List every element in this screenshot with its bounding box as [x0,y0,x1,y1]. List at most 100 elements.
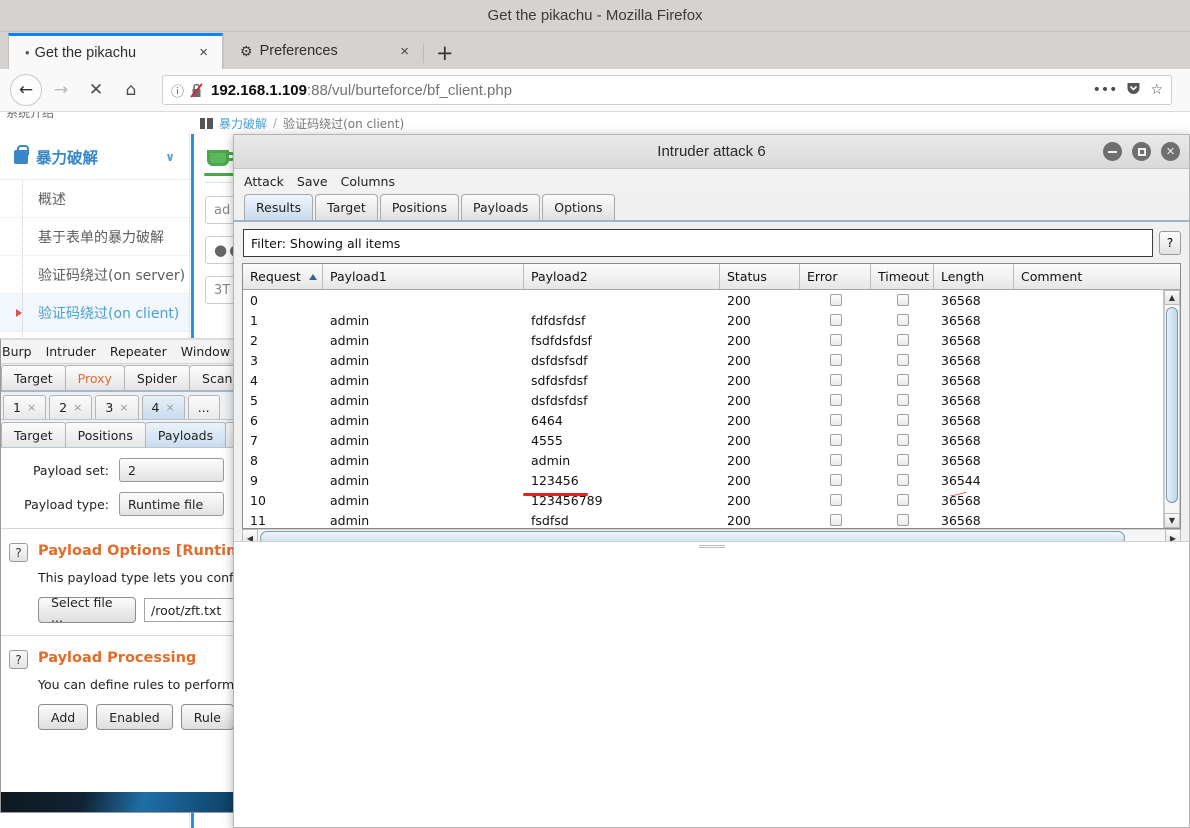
timeout-checkbox[interactable] [896,414,909,426]
error-checkbox[interactable] [829,354,842,366]
burp-tab-proxy[interactable]: Proxy [64,365,125,390]
cell-error[interactable] [800,470,871,490]
timeout-checkbox[interactable] [896,514,909,526]
timeout-checkbox[interactable] [896,434,909,446]
sub-tab-target[interactable]: Target [1,422,66,447]
tab-preferences[interactable]: ⚙ Preferences × [223,33,423,69]
cell-timeout[interactable] [871,390,934,410]
sidebar-header[interactable]: 暴力破解 ∨ [0,134,189,180]
sub-tab-payloads[interactable]: Payloads [144,422,227,447]
vertical-scrollbar[interactable]: ▲ ▼ [1163,290,1180,528]
error-checkbox[interactable] [829,334,842,346]
cell-error[interactable] [800,350,871,370]
help-icon[interactable]: ? [1159,231,1181,255]
burp-tab-spider[interactable]: Spider [123,365,191,390]
sidebar-item-captcha-client[interactable]: 验证码绕过(on client) [0,294,189,332]
timeout-checkbox[interactable] [896,454,909,466]
vertical-scroll-thumb[interactable] [1166,307,1178,503]
select-file-button[interactable]: Select file ... [38,595,136,625]
table-row[interactable]: 2 admin fsdfdsfdsf 200 36568 [243,330,1163,350]
table-row[interactable]: 0 200 36568 [243,290,1163,310]
column-header-payload2[interactable]: Payload2 [524,264,720,289]
cell-timeout[interactable] [871,430,934,450]
vertical-scroll-track[interactable] [1164,305,1180,513]
column-header-request[interactable]: Request [243,264,323,289]
cell-timeout[interactable] [871,330,934,350]
filter-bar[interactable]: Filter: Showing all items [243,229,1153,257]
menu-repeater[interactable]: Repeater [110,344,167,359]
timeout-checkbox[interactable] [896,394,909,406]
table-row[interactable]: 9 admin 123456 200 36544 [243,470,1163,490]
cell-error[interactable] [800,510,871,528]
timeout-checkbox[interactable] [896,474,909,486]
column-header-error[interactable]: Error [800,264,871,289]
menu-window[interactable]: Window [181,344,230,359]
attack-tab-4[interactable]: 4 × [141,395,185,419]
back-button[interactable]: ← [10,74,42,106]
minimize-button[interactable] [1103,142,1122,161]
cell-error[interactable] [800,450,871,470]
cell-timeout[interactable] [871,470,934,490]
cell-error[interactable] [800,370,871,390]
timeout-checkbox[interactable] [896,334,909,346]
page-actions-icon[interactable]: ••• [1093,82,1118,98]
cell-timeout[interactable] [871,450,934,470]
sub-tab-positions[interactable]: Positions [64,422,146,447]
menu-columns[interactable]: Columns [341,174,395,189]
cell-error[interactable] [800,430,871,450]
error-checkbox[interactable] [829,454,842,466]
cell-timeout[interactable] [871,490,934,510]
error-checkbox[interactable] [829,514,842,526]
cell-error[interactable] [800,330,871,350]
new-tab-button[interactable]: + [423,42,466,63]
payload-file-path[interactable]: /root/zft.txt [144,598,234,622]
column-header-timeout[interactable]: Timeout [871,264,934,289]
help-icon[interactable]: ? [9,650,28,669]
cell-timeout[interactable] [871,370,934,390]
error-checkbox[interactable] [829,474,842,486]
table-row[interactable]: 11 admin fsdfsd 200 36568 [243,510,1163,528]
error-checkbox[interactable] [829,494,842,506]
tab-results[interactable]: Results [244,194,314,220]
error-checkbox[interactable] [829,414,842,426]
attack-tab-more[interactable]: ... [187,395,220,419]
scroll-up-arrow-icon[interactable]: ▲ [1164,290,1180,305]
attack-tab-3[interactable]: 3 × [95,395,139,419]
breadcrumb-link[interactable]: 暴力破解 [219,115,267,132]
cell-error[interactable] [800,310,871,330]
cell-timeout[interactable] [871,310,934,330]
payload-type-select[interactable]: Runtime file [119,492,224,516]
cell-timeout[interactable] [871,510,934,528]
sidebar-item-overview[interactable]: 概述 [0,180,189,218]
timeout-checkbox[interactable] [896,314,909,326]
cell-timeout[interactable] [871,410,934,430]
intruder-titlebar[interactable]: Intruder attack 6 ✕ [234,135,1189,169]
attack-tab-1[interactable]: 1 × [3,395,47,419]
tab-options[interactable]: Options [542,194,615,220]
burp-tab-scanner[interactable]: Scanner [189,365,234,390]
table-row[interactable]: 5 admin dsfdsfdsf 200 36568 [243,390,1163,410]
close-button[interactable]: ✕ [1161,142,1180,161]
close-icon[interactable]: × [165,401,174,414]
table-row[interactable]: 8 admin admin 200 36568 [243,450,1163,470]
table-row[interactable]: 1 admin fdfdsfdsf 200 36568 [243,310,1163,330]
menu-intruder[interactable]: Intruder [46,344,96,359]
pocket-icon[interactable] [1126,81,1141,100]
tab-payloads[interactable]: Payloads [461,194,541,220]
menu-burp[interactable]: Burp [2,344,32,359]
cell-error[interactable] [800,390,871,410]
tab-close-icon[interactable]: × [396,43,413,60]
rule-column-button[interactable]: Rule [180,704,234,730]
tab-close-icon[interactable]: × [195,44,212,61]
cell-error[interactable] [800,490,871,510]
maximize-button[interactable] [1132,142,1151,161]
table-row[interactable]: 7 admin 4555 200 36568 [243,430,1163,450]
bookmark-star-icon[interactable]: ☆ [1150,82,1163,98]
sidebar-item-form-brute[interactable]: 基于表单的暴力破解 [0,218,189,256]
table-row[interactable]: 4 admin sdfdsfdsf 200 36568 [243,370,1163,390]
menu-save[interactable]: Save [297,174,328,189]
close-icon[interactable]: × [27,401,36,414]
error-checkbox[interactable] [829,394,842,406]
timeout-checkbox[interactable] [896,374,909,386]
forward-button[interactable]: → [45,74,77,106]
